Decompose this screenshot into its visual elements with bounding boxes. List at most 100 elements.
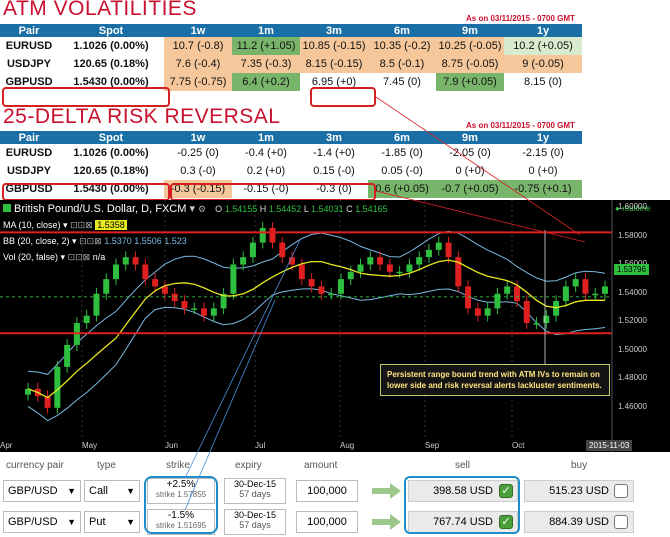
candle-body [64, 344, 71, 367]
buy-checkbox[interactable] [614, 515, 628, 529]
candle-body [318, 286, 325, 294]
value-cell: 10.25 (-0.05) [436, 37, 504, 55]
rr-asof: As on 03/11/2015 - 0700 GMT [466, 121, 575, 130]
column-header: Spot [58, 24, 164, 37]
expiry-date: 30-Dec-15 [233, 510, 277, 520]
candle-body [201, 308, 208, 316]
x-tick-label: Jun [165, 441, 178, 450]
column-header: 6m [368, 24, 436, 37]
x-tick-label: Aug [340, 441, 355, 450]
y-tick-label: 1.52000 [618, 316, 647, 325]
candle-body [386, 264, 393, 272]
chevron-down-icon[interactable]: ▾ [186, 203, 198, 215]
chevron-down-icon: ▼ [67, 517, 76, 527]
column-header: 1w [164, 131, 232, 144]
col-expiry: expiry [235, 460, 262, 471]
pair-cell: EURUSD [5, 39, 53, 52]
candle-body [602, 286, 608, 294]
indicator-ma[interactable]: MA (10, close) ▾ ⊡⊡⊠ 1.5358 [3, 220, 127, 231]
buy-checkbox[interactable] [614, 484, 628, 498]
value-cell: 7.75 (-0.75) [164, 73, 232, 91]
gbpusd-rr-highlight [2, 183, 170, 201]
column-header: 6m [368, 131, 436, 144]
indicator-vol[interactable]: Vol (20, false) ▾ ⊡⊡⊠ n/a [3, 252, 105, 263]
candle-body [484, 308, 491, 316]
column-header: Spot [58, 131, 164, 144]
chevron-down-icon: ▼ [126, 486, 135, 496]
candle-body [425, 249, 432, 258]
value-cell: 7.35 (-0.3) [232, 55, 300, 73]
option-type-select[interactable]: Call ▼ [84, 480, 140, 502]
candle-body [494, 293, 501, 309]
currency-pair-select[interactable]: GBP/USD ▼ [3, 480, 81, 502]
column-header: 1m [232, 24, 300, 37]
candle-body [367, 257, 374, 265]
spot-cell: 1.1026 (0.00%) [73, 39, 149, 52]
value-cell: -0.7 (+0.05) [436, 180, 504, 198]
indicator-bb[interactable]: BB (20, close, 2) ▾ ⊡⊡⊠ 1.5370 1.5506 1.… [3, 236, 187, 247]
col-buy: buy [571, 460, 588, 471]
candle-body [210, 308, 217, 316]
chevron-down-icon: ▼ [126, 517, 135, 527]
candle-body [572, 279, 579, 287]
expiry-field[interactable]: 30-Dec-15 57 days [224, 478, 286, 504]
candle-body [259, 227, 266, 243]
x-tick-label: Oct [512, 441, 525, 450]
candle-body [396, 271, 403, 274]
expiry-field[interactable]: 30-Dec-15 57 days [224, 509, 286, 535]
price-chart[interactable]: British Pound/U.S. Dollar, D, FXCM ▾ ⚙ O… [0, 200, 670, 452]
value-cell: 0.3 (-0) [164, 162, 232, 180]
chart-annotation: Persistent range bound trend with ATM IV… [380, 364, 610, 396]
value-cell: 0.2 (+0) [232, 162, 300, 180]
series-color-icon [3, 204, 11, 212]
table-row: EURUSD 1.1026 (0.00%) 10.7 (-0.8) 11.2 (+1.… [0, 37, 582, 55]
column-header: 1m [232, 131, 300, 144]
candle-body [181, 301, 188, 309]
candle-body [83, 315, 90, 323]
pair-cell: USDJPY [6, 57, 52, 70]
candle-body [582, 279, 589, 294]
column-header: 1y [504, 24, 582, 37]
value-cell: 9 (-0.05) [504, 55, 582, 73]
x-tick-label: Apr [0, 441, 13, 450]
value-cell: 0 (+0) [504, 162, 582, 180]
value-cell: -0.4 (+0) [232, 144, 300, 162]
candle-body [347, 271, 354, 280]
y-tick-label: 1.60000 [618, 202, 647, 211]
y-tick-label: 1.54000 [618, 287, 647, 297]
y-tick-label: 1.58000 [618, 230, 647, 240]
atm-title: ATM VOLATILITIES [3, 0, 197, 20]
candle-body [113, 264, 120, 280]
chart-title: British Pound/U.S. Dollar, D, FXCM [14, 203, 187, 215]
value-cell: -0.75 (+0.1) [504, 180, 582, 198]
rr-short-tenor-highlight [170, 183, 376, 201]
currency-pair-select[interactable]: GBP/USD ▼ [3, 511, 81, 533]
x-tick-label: Jul [255, 441, 266, 450]
option-type-select[interactable]: Put ▼ [84, 511, 140, 533]
amount-input[interactable]: 100,000 [296, 480, 358, 502]
candle-body [152, 279, 159, 287]
atm-asof: As on 03/11/2015 - 0700 GMT [466, 14, 575, 23]
column-header: 9m [436, 24, 504, 37]
value-cell: 7.9 (+0.05) [436, 73, 504, 91]
column-header: 1y [504, 131, 582, 144]
atm-vol-table: Pair Spot 1w 1m 3m 6m 9m 1y EURUSD 1.1026 (0.00%)… [0, 24, 582, 91]
candle-body [504, 286, 511, 294]
candle-body [240, 257, 247, 265]
amount-input[interactable]: 100,000 [296, 511, 358, 533]
atm-3m-highlight [310, 87, 376, 107]
candle-body [103, 279, 110, 294]
candle-body [435, 242, 442, 250]
column-header: 3m [300, 131, 368, 144]
candle-body [523, 301, 530, 323]
x-tick-label: May [82, 441, 98, 450]
settings-icon[interactable]: ⚙ [198, 204, 206, 214]
bollinger-upper [27, 230, 606, 375]
table-header-row: Pair Spot 1w 1m 3m 6m 9m 1y [0, 131, 582, 144]
candle-body [171, 293, 178, 302]
candle-body [543, 315, 550, 323]
x-tick-label: Sep [425, 441, 440, 450]
chevron-down-icon: ▼ [67, 486, 76, 496]
candle-body [132, 257, 139, 265]
candle-body [562, 286, 569, 302]
